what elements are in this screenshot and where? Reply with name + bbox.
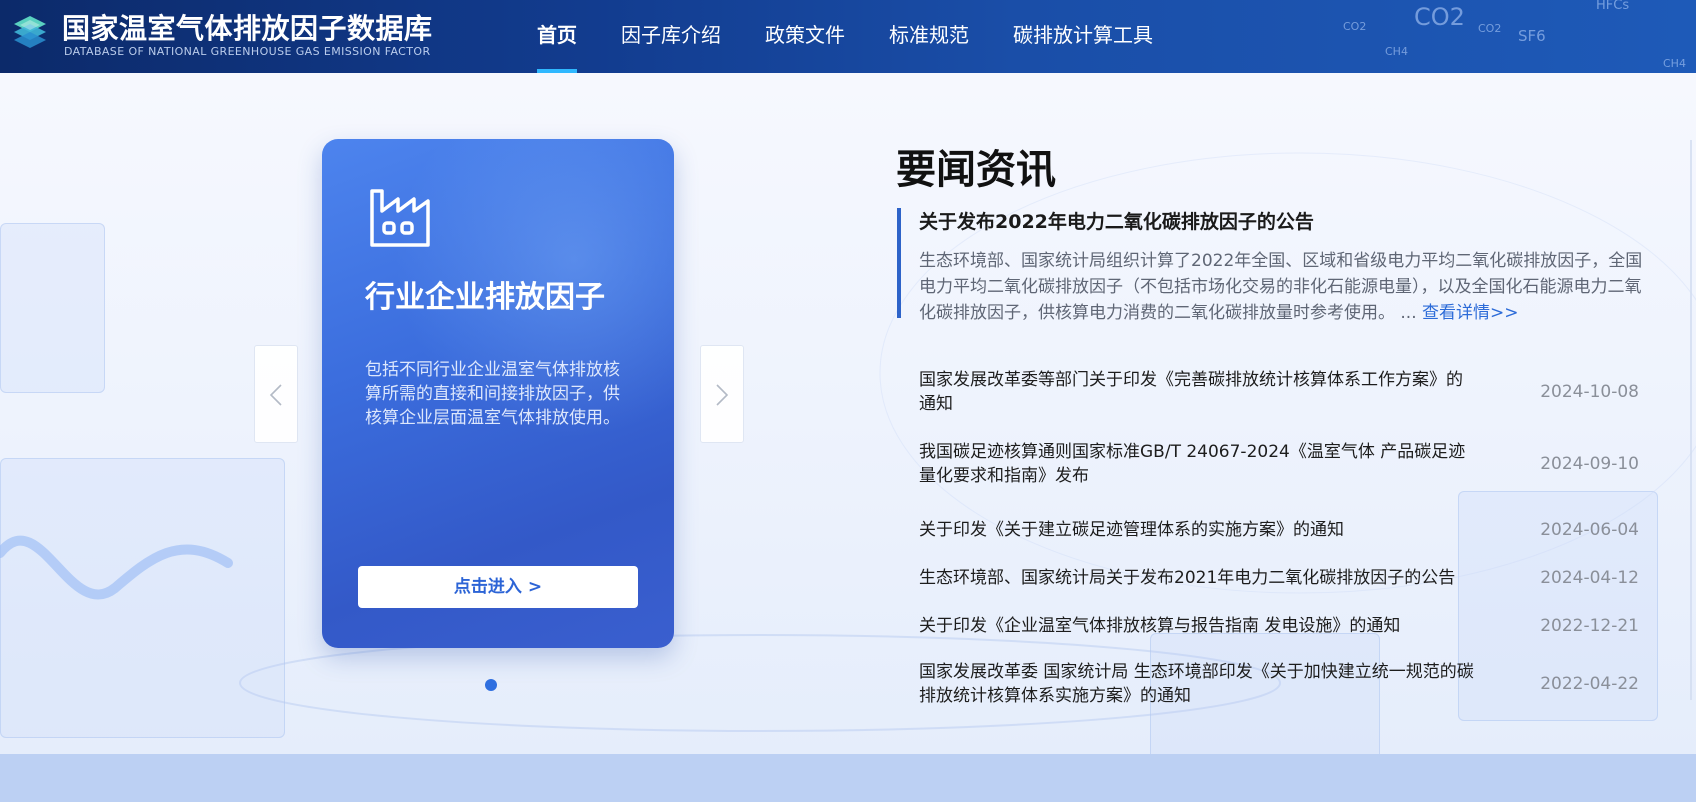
- news-item-title[interactable]: 关于印发《企业温室气体排放核算与报告指南 发电设施》的通知: [919, 614, 1479, 638]
- news-item-date: 2024-09-10: [1540, 454, 1639, 474]
- news-item-title[interactable]: 国家发展改革委等部门关于印发《完善碳排放统计核算体系工作方案》的通知: [919, 368, 1479, 416]
- gas-label: CO2: [1414, 3, 1465, 31]
- gas-label: SF6: [1518, 27, 1546, 45]
- gas-label: CO2: [1343, 20, 1367, 33]
- news-item-date: 2024-06-04: [1540, 520, 1639, 540]
- chevron-left-icon: [269, 384, 282, 406]
- gas-label: HFCs: [1596, 0, 1630, 13]
- news-item-title[interactable]: 我国碳足迹核算通则国家标准GB/T 24067-2024《温室气体 产品碳足迹 …: [919, 440, 1479, 488]
- view-details-link[interactable]: 查看详情>>: [1422, 303, 1519, 323]
- news-item-date: 2024-10-08: [1540, 382, 1639, 402]
- nav-policy-documents[interactable]: 政策文件: [765, 0, 845, 73]
- nav-standards[interactable]: 标准规范: [889, 0, 969, 73]
- nav-carbon-calculator[interactable]: 碳排放计算工具: [1013, 0, 1153, 73]
- summary-ellipsis: ...: [1400, 303, 1417, 323]
- gas-label: CH4: [1663, 57, 1686, 70]
- news-item-title[interactable]: 关于印发《关于建立碳足迹管理体系的实施方案》的通知: [919, 518, 1479, 542]
- news-item[interactable]: 关于印发《关于建立碳足迹管理体系的实施方案》的通知 2024-06-04: [919, 516, 1639, 544]
- featured-news-title[interactable]: 关于发布2022年电力二氧化碳排放因子的公告: [919, 207, 1314, 234]
- gas-label: CH4: [1385, 45, 1408, 58]
- nav-home[interactable]: 首页: [537, 0, 577, 73]
- carousel-dot-active[interactable]: [485, 679, 497, 691]
- enter-button[interactable]: 点击进入 >: [358, 566, 638, 608]
- logo-icon[interactable]: [12, 14, 48, 50]
- news-item-title[interactable]: 国家发展改革委 国家统计局 生态环境部印发《关于加快建立统一规范的碳排放统计核算…: [919, 660, 1479, 708]
- chevron-right-icon: [716, 384, 729, 406]
- news-item-date: 2022-04-22: [1540, 674, 1639, 694]
- news-heading: 要闻资讯: [896, 147, 1056, 193]
- card-title: 行业企业排放因子: [365, 280, 605, 315]
- featured-accent-bar: [897, 208, 901, 318]
- gas-label: CO2: [1478, 22, 1502, 35]
- scrollbar-track[interactable]: [1690, 140, 1692, 700]
- nav-factor-library-intro[interactable]: 因子库介绍: [621, 0, 721, 73]
- featured-summary-text: 生态环境部、国家统计局组织计算了2022年全国、区域和省级电力平均二氧化碳排放因…: [919, 251, 1643, 323]
- featured-news-summary: 生态环境部、国家统计局组织计算了2022年全国、区域和省级电力平均二氧化碳排放因…: [919, 248, 1654, 326]
- factor-card[interactable]: 行业企业排放因子 包括不同行业企业温室气体排放核算所需的直接和间接排放因子，供核…: [322, 139, 674, 648]
- news-item[interactable]: 我国碳足迹核算通则国家标准GB/T 24067-2024《温室气体 产品碳足迹 …: [919, 440, 1639, 488]
- news-item[interactable]: 国家发展改革委等部门关于印发《完善碳排放统计核算体系工作方案》的通知 2024-…: [919, 368, 1639, 416]
- news-item-date: 2022-12-21: [1540, 616, 1639, 636]
- news-item[interactable]: 关于印发《企业温室气体排放核算与报告指南 发电设施》的通知 2022-12-21: [919, 612, 1639, 640]
- site-header: CO2 CO2 CO2 SF6 CH4 HFCs CH4 国家温室气体排放因子数…: [0, 0, 1696, 73]
- news-item-title[interactable]: 生态环境部、国家统计局关于发布2021年电力二氧化碳排放因子的公告: [919, 566, 1519, 590]
- footer-band: [0, 754, 1696, 802]
- site-subtitle: DATABASE OF NATIONAL GREENHOUSE GAS EMIS…: [64, 45, 431, 58]
- news-item[interactable]: 生态环境部、国家统计局关于发布2021年电力二氧化碳排放因子的公告 2024-0…: [919, 564, 1639, 592]
- carousel-next-button[interactable]: [700, 345, 744, 443]
- main-nav: 首页 因子库介绍 政策文件 标准规范 碳排放计算工具: [537, 0, 1197, 73]
- site-title[interactable]: 国家温室气体排放因子数据库: [62, 7, 433, 47]
- factory-icon: [370, 189, 430, 247]
- news-item-date: 2024-04-12: [1540, 568, 1639, 588]
- page: CO2 CO2 CO2 SF6 CH4 HFCs CH4 国家温室气体排放因子数…: [0, 0, 1696, 802]
- card-description: 包括不同行业企业温室气体排放核算所需的直接和间接排放因子，供核算企业层面温室气体…: [365, 360, 620, 428]
- news-item[interactable]: 国家发展改革委 国家统计局 生态环境部印发《关于加快建立统一规范的碳排放统计核算…: [919, 660, 1639, 708]
- carousel-prev-button[interactable]: [254, 345, 298, 443]
